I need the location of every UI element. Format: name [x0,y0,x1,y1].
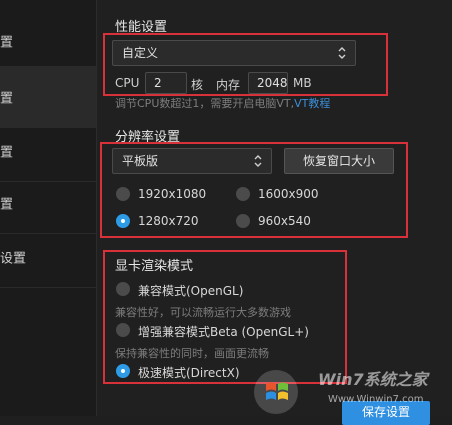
performance-title: 性能设置 [115,20,168,35]
performance-mode-select[interactable]: 自定义 [112,40,356,66]
memory-unit: MB [293,76,312,90]
resolution-radio-1920[interactable] [116,187,130,201]
sidebar-item-label: 置 [0,35,14,50]
render-label-directx: 极速模式(DirectX) [138,366,240,380]
render-label-opengl: 兼容模式(OpenGL) [138,284,244,298]
performance-mode-value: 自定义 [122,46,159,60]
memory-label: 内存 [216,78,241,92]
sidebar-item-label: 设置 [0,251,27,266]
device-type-value: 平板版 [122,154,159,168]
cpu-cores-input[interactable]: 2 [145,72,187,94]
restore-window-size-button[interactable]: 恢复窗口大小 [284,148,394,174]
render-radio-opengl[interactable] [116,282,130,296]
resolution-radio-1600[interactable] [236,187,250,201]
cpu-unit: 核 [191,78,204,92]
resolution-radio-960[interactable] [236,214,250,228]
watermark-url: Www.Winwin7.com [328,394,424,405]
render-label-openglplus: 增强兼容模式Beta (OpenGL+) [138,325,309,339]
sidebar-item-label: 置 [0,91,14,106]
render-radio-openglplus[interactable] [116,323,130,337]
sidebar-item-1[interactable]: 置 [0,10,96,72]
updown-chevron-icon [338,47,346,59]
render-radio-directx[interactable] [116,364,130,378]
render-desc-opengl: 兼容性好，可以流畅运行大多数游戏 [115,306,291,319]
sidebar-item-4[interactable]: 置 [0,172,96,234]
watermark-brand: Win7系统之家 [318,370,428,389]
device-type-select[interactable]: 平板版 [112,148,272,174]
sidebar-item-label: 置 [0,145,14,160]
resolution-title: 分辨率设置 [115,130,181,145]
resolution-label-960: 960x540 [258,214,311,228]
settings-sidebar: 置 置 置 置 设置 [0,0,97,416]
vt-hint: 调节CPU数超过1，需要开启电脑VT,VT教程 [115,95,330,111]
memory-input[interactable]: 2048 [248,72,288,94]
sidebar-item-2[interactable]: 置 [0,66,96,128]
vt-hint-text: 调节CPU数超过1，需要开启电脑VT, [115,97,295,110]
resolution-radio-1280[interactable] [116,214,130,228]
render-desc-openglplus: 保持兼容性的同时，画面更流畅 [115,347,269,360]
render-mode-title: 显卡渲染模式 [115,259,194,274]
sidebar-item-5[interactable]: 设置 [0,226,96,288]
vt-tutorial-link[interactable]: VT教程 [294,97,330,110]
resolution-label-1920: 1920x1080 [138,187,207,201]
resolution-label-1600: 1600x900 [258,187,319,201]
cpu-label: CPU [115,76,140,90]
updown-chevron-icon [254,155,262,167]
resolution-label-1280: 1280x720 [138,214,199,228]
sidebar-item-label: 置 [0,197,14,212]
